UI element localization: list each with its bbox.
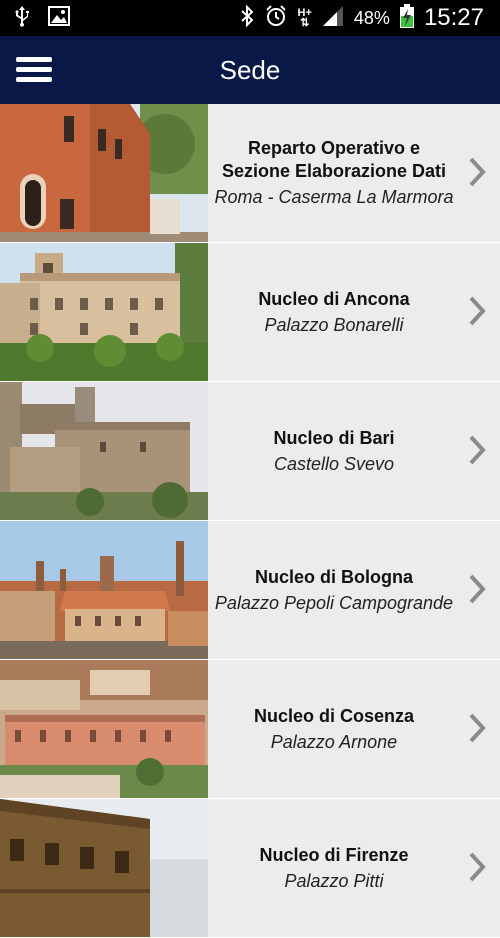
list-item-roma[interactable]: Reparto Operativo e Sezione Elaborazione…: [0, 104, 500, 243]
list-item-title: Nucleo di Bologna: [254, 566, 413, 587]
data-arrows-icon: ⇅: [300, 17, 310, 29]
bologna-photo: [0, 521, 208, 659]
status-right: H+ ⇅ 48% 15:27: [240, 3, 484, 33]
battery-percent: 48%: [353, 7, 390, 28]
list-item-subtitle: Palazzo Bonarelli: [264, 314, 404, 335]
list-item-bari[interactable]: Nucleo di Bari Castello Svevo: [0, 382, 500, 521]
chevron-right-icon: [469, 713, 486, 743]
chevron-right-icon: [469, 157, 486, 187]
list-item-subtitle: Castello Svevo: [273, 453, 395, 474]
list-item-title: Nucleo di Cosenza: [253, 705, 415, 726]
list-item-title: Reparto Operativo e: [247, 138, 421, 158]
action-bar: Sede: [0, 36, 500, 104]
list-item-text: Nucleo di Firenze Palazzo Pitti: [208, 799, 460, 937]
list-item-cosenza[interactable]: Nucleo di Cosenza Palazzo Arnone: [0, 660, 500, 799]
gallery-icon: [48, 5, 70, 31]
location-list: Reparto Operativo e Sezione Elaborazione…: [0, 104, 500, 938]
list-item-firenze[interactable]: Nucleo di Firenze Palazzo Pitti: [0, 799, 500, 938]
status-left: [14, 5, 70, 32]
chevron-right-icon: [469, 574, 486, 604]
list-item-text: Nucleo di Bologna Palazzo Pepoli Campogr…: [208, 521, 460, 659]
list-item-title: Nucleo di Ancona: [258, 288, 410, 309]
list-item-text: Reparto Operativo e Sezione Elaborazione…: [208, 104, 460, 242]
network-type: H+ ⇅: [298, 8, 312, 29]
signal-icon: [322, 5, 344, 32]
status-bar: H+ ⇅ 48% 15:27: [0, 0, 500, 36]
list-item-subtitle: Palazzo Pepoli Campogrande: [214, 592, 454, 613]
clock: 15:27: [423, 4, 484, 31]
chevron-right-icon: [469, 296, 486, 326]
cosenza-photo: [0, 660, 208, 798]
battery-charging-icon: [399, 3, 414, 33]
roma-photo: [0, 104, 208, 242]
list-item-title: Nucleo di Firenze: [259, 844, 409, 865]
list-item-text: Nucleo di Cosenza Palazzo Arnone: [208, 660, 460, 798]
ancona-photo: [0, 243, 208, 381]
list-item-text: Nucleo di Bari Castello Svevo: [208, 382, 460, 520]
page-title: Sede: [219, 55, 281, 85]
list-item-subtitle: Palazzo Arnone: [270, 731, 398, 752]
list-item-ancona[interactable]: Nucleo di Ancona Palazzo Bonarelli: [0, 243, 500, 382]
bari-photo: [0, 382, 208, 520]
chevron-right-icon: [469, 435, 486, 465]
list-item-bologna[interactable]: Nucleo di Bologna Palazzo Pepoli Campogr…: [0, 521, 500, 660]
list-item-title-line2: Sezione Elaborazione Dati: [221, 161, 447, 181]
list-item-subtitle: Roma - Caserma La Marmora: [214, 187, 454, 207]
bluetooth-icon: [240, 4, 254, 32]
list-item-text: Nucleo di Ancona Palazzo Bonarelli: [208, 243, 460, 381]
list-item-title: Nucleo di Bari: [273, 427, 395, 448]
chevron-right-icon: [469, 852, 486, 882]
usb-icon: [14, 5, 30, 32]
alarm-icon: [264, 4, 288, 33]
firenze-photo: [0, 799, 208, 937]
